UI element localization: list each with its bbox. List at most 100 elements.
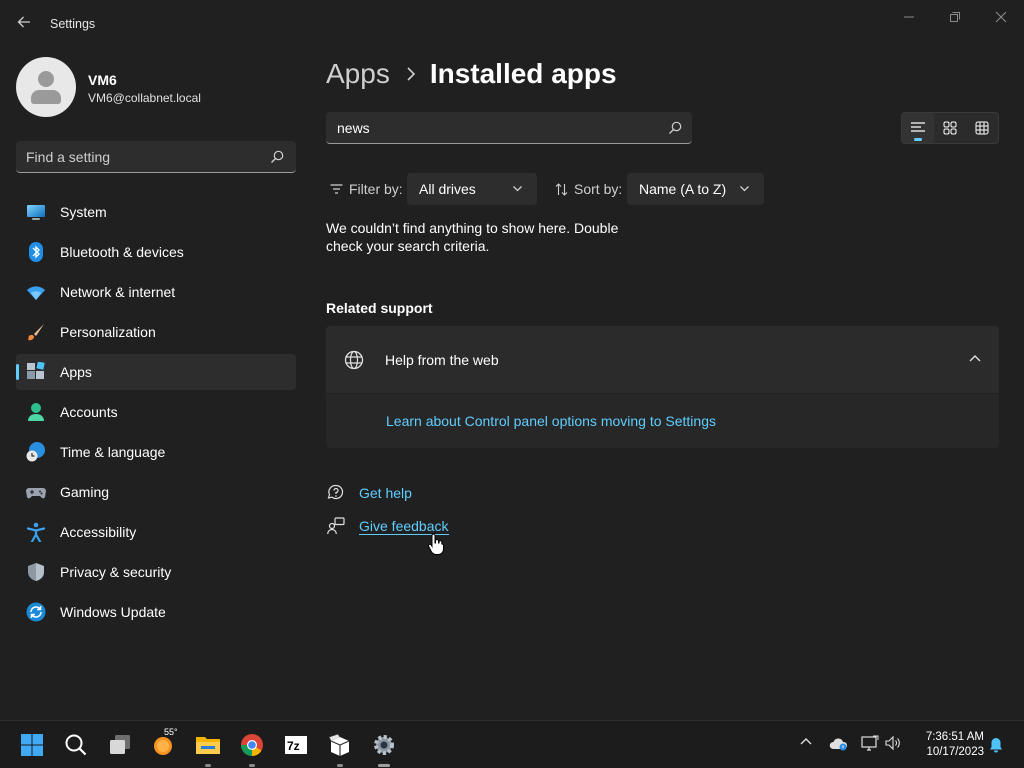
sidebar-item-label: System: [60, 204, 107, 220]
sidebar-item-label: Time & language: [60, 444, 166, 460]
chrome-button[interactable]: [236, 729, 268, 767]
chevron-down-icon: [513, 186, 522, 192]
grid-view-button[interactable]: [966, 113, 998, 143]
help-from-web-label: Help from the web: [385, 352, 499, 368]
user-email: VM6@collabnet.local: [88, 91, 201, 105]
sidebar-item-network[interactable]: Network & internet: [16, 274, 296, 310]
close-icon: [995, 11, 1007, 23]
help-chat-icon: [326, 483, 346, 503]
get-help-link[interactable]: Get help: [326, 483, 412, 503]
sidebar-item-gaming[interactable]: Gaming: [16, 474, 296, 510]
chrome-icon: [241, 734, 263, 756]
sidebar-item-system[interactable]: System: [16, 194, 296, 230]
sidebar-item-label: Accounts: [60, 404, 118, 420]
help-from-web-content: Learn about Control panel options moving…: [326, 394, 999, 448]
related-support-title: Related support: [326, 300, 433, 316]
taskbar-clock[interactable]: 7:36:51 AM 10/17/2023: [914, 730, 984, 760]
bluetooth-icon: [29, 242, 43, 262]
breadcrumb-parent[interactable]: Apps: [326, 58, 390, 90]
network-monitor-icon[interactable]: [861, 735, 879, 751]
globe-icon: [344, 350, 364, 370]
taskbar-search-button[interactable]: [60, 729, 92, 761]
chevron-up-icon[interactable]: [969, 354, 981, 364]
user-name: VM6: [88, 72, 117, 88]
sidebar-item-apps[interactable]: Apps: [16, 354, 296, 390]
sidebar-item-time-language[interactable]: Time & language: [16, 434, 296, 470]
package-app-button[interactable]: [324, 729, 356, 767]
7zip-icon: 7z: [285, 736, 307, 754]
search-icon[interactable]: [270, 150, 284, 164]
sidebar-item-accounts[interactable]: Accounts: [16, 394, 296, 430]
accessibility-icon: [26, 522, 46, 542]
feedback-icon: [326, 516, 346, 536]
wifi-icon: [27, 286, 45, 300]
volume-icon[interactable]: [885, 735, 901, 751]
weather-widget[interactable]: 55°: [148, 727, 180, 761]
get-help-label: Get help: [359, 485, 412, 501]
shield-icon: [28, 563, 44, 581]
restore-button[interactable]: [932, 4, 978, 30]
list-view-button[interactable]: [902, 113, 934, 143]
box-package-icon: [328, 733, 350, 756]
app-search-box[interactable]: [326, 112, 692, 144]
app-search-input[interactable]: [337, 119, 637, 137]
sidebar-item-personalization[interactable]: Personalization: [16, 314, 296, 350]
breadcrumb: Apps Installed apps: [326, 58, 617, 90]
start-button[interactable]: [16, 729, 48, 761]
sidebar-item-bluetooth[interactable]: Bluetooth & devices: [16, 234, 296, 270]
taskbar: 55° 7z 7:36:51 AM 10/17/2023: [0, 720, 1024, 768]
close-button[interactable]: [978, 4, 1024, 30]
sidebar-item-label: Gaming: [60, 484, 110, 500]
find-setting-box[interactable]: [16, 141, 296, 173]
grid-view-icon: [975, 121, 989, 135]
page-title: Installed apps: [429, 58, 617, 89]
drive-filter-value: All drives: [419, 181, 476, 197]
notification-bell-icon[interactable]: [988, 737, 1004, 753]
clock-time: 7:36:51 AM: [925, 731, 984, 743]
back-button[interactable]: [12, 10, 36, 34]
window-title: Settings: [50, 17, 96, 31]
filter-label: Filter by:: [330, 181, 403, 197]
sidebar-item-accessibility[interactable]: Accessibility: [16, 514, 296, 550]
tile-view-icon: [943, 121, 957, 135]
help-from-web-card: Help from the web Learn about Control pa…: [326, 326, 999, 448]
settings-taskbar-button[interactable]: [368, 729, 400, 767]
accounts-icon: [28, 403, 44, 421]
chevron-up-icon[interactable]: [799, 735, 813, 749]
filter-label-text: Filter by:: [349, 181, 403, 197]
paintbrush-icon: [28, 324, 44, 341]
restore-icon: [950, 12, 960, 22]
task-view-icon: [110, 735, 130, 754]
sidebar-item-windows-update[interactable]: Windows Update: [16, 594, 296, 630]
view-toggle: [901, 112, 999, 144]
find-setting-input[interactable]: [26, 148, 256, 166]
svg-text:7z: 7z: [287, 739, 300, 753]
task-view-button[interactable]: [104, 729, 136, 761]
search-icon: [65, 734, 87, 756]
avatar[interactable]: [16, 57, 76, 117]
minimize-icon: [904, 16, 914, 18]
control-panel-link[interactable]: Learn about Control panel options moving…: [386, 413, 716, 429]
file-explorer-button[interactable]: [192, 729, 224, 767]
sort-value: Name (A to Z): [639, 181, 727, 197]
gamepad-icon: [26, 488, 46, 499]
chevron-down-icon: [740, 186, 749, 192]
sidebar-item-privacy[interactable]: Privacy & security: [16, 554, 296, 590]
onedrive-cloud-icon[interactable]: [829, 737, 849, 751]
tile-view-button[interactable]: [934, 113, 966, 143]
empty-results-message: We couldn’t find anything to show here. …: [326, 220, 619, 254]
give-feedback-label: Give feedback: [359, 517, 449, 535]
search-icon[interactable]: [668, 121, 682, 135]
globe-clock-icon: [26, 442, 45, 462]
drive-filter-dropdown[interactable]: All drives: [407, 173, 537, 205]
title-bar: Settings: [0, 0, 1024, 48]
sidebar-item-label: Apps: [60, 364, 92, 380]
windows-logo-icon: [21, 734, 43, 756]
minimize-button[interactable]: [886, 4, 932, 30]
help-from-web-header[interactable]: Help from the web: [326, 326, 999, 393]
running-indicator: [337, 764, 343, 767]
active-indicator: [378, 764, 390, 767]
7zip-button[interactable]: 7z: [280, 729, 312, 761]
sidebar-item-label: Personalization: [60, 324, 156, 340]
sort-dropdown[interactable]: Name (A to Z): [627, 173, 764, 205]
